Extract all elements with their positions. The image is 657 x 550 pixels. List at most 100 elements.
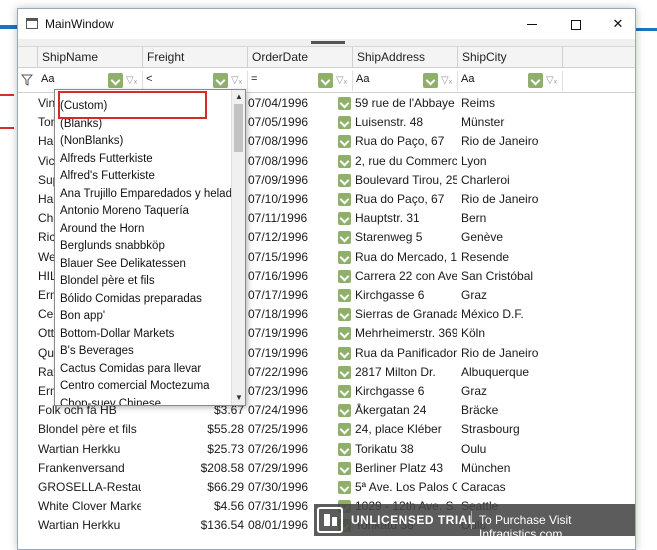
shipaddress-cell[interactable]: 2, rue du Commerce	[355, 152, 457, 171]
orderdate-cell[interactable]: 07/10/1996	[248, 190, 333, 209]
shipaddress-cell[interactable]: Mehrheimerstr. 369	[355, 324, 457, 343]
shipcity-cell[interactable]: Rio de Janeiro	[461, 190, 561, 209]
shipname-cell[interactable]: White Clover Markets	[38, 497, 141, 516]
checkmark-icon[interactable]	[338, 404, 351, 418]
group-by-area[interactable]	[18, 39, 635, 47]
shipcity-filter-operator[interactable]: Aa	[461, 73, 474, 85]
orderdate-filter-cell[interactable]: = ▽ₓ	[248, 71, 353, 91]
orderdate-cell[interactable]: 07/19/1996	[248, 324, 333, 343]
orderdate-cell[interactable]: 07/05/1996	[248, 113, 333, 132]
freight-filter-operator[interactable]: <	[146, 73, 152, 85]
shipcity-cell[interactable]: Genève	[461, 228, 561, 247]
shipaddress-cell[interactable]: Rua da Panificadora, 1	[355, 344, 457, 363]
checkmark-icon[interactable]	[338, 97, 351, 110]
dropdown-item[interactable]: Chop-suey Chinese	[60, 396, 161, 406]
checkmark-icon[interactable]	[338, 154, 351, 168]
shipname-cell[interactable]: GROSELLA-Restaurant	[38, 478, 141, 497]
shipcity-cell[interactable]: Resende	[461, 248, 561, 267]
shipcity-cell[interactable]: Reims	[461, 94, 561, 113]
checkmark-icon[interactable]	[338, 289, 351, 302]
orderdate-cell[interactable]: 07/19/1996	[248, 344, 333, 363]
freight-cell[interactable]: $4.56	[143, 497, 244, 516]
shipaddress-cell[interactable]: Hauptstr. 31	[355, 209, 457, 228]
dropdown-item[interactable]: Alfreds Futterkiste	[60, 151, 153, 169]
checkmark-icon[interactable]	[338, 173, 351, 187]
table-row[interactable]: Frankenversand $208.58 07/29/1996 Berliner …	[18, 459, 635, 478]
orderdate-cell[interactable]: 07/15/1996	[248, 248, 333, 267]
shipcity-cell[interactable]: Oulu	[461, 440, 561, 459]
shipaddress-cell[interactable]: Rua do Paço, 67	[355, 190, 457, 209]
orderdate-cell[interactable]: 07/12/1996	[248, 228, 333, 247]
freight-filter-dropdown-button[interactable]	[213, 73, 228, 88]
orderdate-cell[interactable]: 07/08/1996	[248, 152, 333, 171]
shipcity-cell[interactable]: Graz	[461, 382, 561, 401]
checkmark-icon[interactable]	[338, 212, 351, 226]
column-header-freight[interactable]: Freight	[143, 47, 248, 68]
column-header-shipname[interactable]: ShipName	[38, 47, 143, 68]
orderdate-cell[interactable]: 07/09/1996	[248, 171, 333, 190]
checkmark-icon[interactable]	[338, 231, 351, 245]
orderdate-cell[interactable]: 07/08/1996	[248, 132, 333, 151]
shipaddress-cell[interactable]: Rua do Mercado, 12	[355, 248, 457, 267]
scrollbar-thumb[interactable]	[234, 104, 243, 152]
freight-filter-cell[interactable]: < ▽ₓ	[143, 71, 248, 91]
shipcity-cell[interactable]: San Cristóbal	[461, 267, 561, 286]
shipaddress-cell[interactable]: Boulevard Tirou, 255	[355, 171, 457, 190]
shipcity-cell[interactable]: Rio de Janeiro	[461, 132, 561, 151]
shipcity-cell[interactable]: Lyon	[461, 152, 561, 171]
dropdown-item[interactable]: Cactus Comidas para llevar	[60, 361, 201, 379]
dropdown-item[interactable]: (NonBlanks)	[60, 133, 123, 151]
dropdown-item[interactable]: Around the Horn	[60, 221, 144, 239]
shipcity-cell[interactable]: México D.F.	[461, 305, 561, 324]
column-header-orderdate[interactable]: OrderDate	[248, 47, 353, 68]
orderdate-cell[interactable]: 07/26/1996	[248, 440, 333, 459]
clear-filter-icon[interactable]: ▽ₓ	[231, 74, 244, 87]
clear-filter-icon[interactable]: ▽ₓ	[126, 74, 139, 87]
shipcity-cell[interactable]: München	[461, 459, 561, 478]
dropdown-item[interactable]: Antonio Moreno Taquería	[60, 203, 189, 221]
dropdown-scrollbar[interactable]: ▲ ▼	[231, 90, 245, 405]
shipaddress-filter-operator[interactable]: Aa	[356, 73, 369, 85]
shipaddress-cell[interactable]: Torikatu 38	[355, 440, 457, 459]
shipaddress-cell[interactable]: 59 rue de l'Abbaye	[355, 94, 457, 113]
shipcity-cell[interactable]: Strasbourg	[461, 420, 561, 439]
drag-handle-icon[interactable]	[311, 41, 345, 44]
shipcity-filter-cell[interactable]: Aa ▽ₓ	[458, 71, 563, 91]
orderdate-filter-dropdown-button[interactable]	[318, 73, 333, 88]
orderdate-cell[interactable]: 07/29/1996	[248, 459, 333, 478]
orderdate-cell[interactable]: 07/23/1996	[248, 382, 333, 401]
shipaddress-cell[interactable]: Rua do Paço, 67	[355, 132, 457, 151]
shipcity-cell[interactable]: Münster	[461, 113, 561, 132]
shipaddress-filter-cell[interactable]: Aa ▽ₓ	[353, 71, 458, 91]
shipaddress-cell[interactable]: 2817 Milton Dr.	[355, 363, 457, 382]
checkmark-icon[interactable]	[338, 116, 351, 130]
orderdate-cell[interactable]: 07/25/1996	[248, 420, 333, 439]
orderdate-cell[interactable]: 07/11/1996	[248, 209, 333, 228]
shipname-filter-cell[interactable]: Aa ▽ₓ	[38, 71, 143, 91]
shipcity-cell[interactable]: Köln	[461, 324, 561, 343]
dropdown-item[interactable]: Alfred's Futterkiste	[60, 168, 155, 186]
dropdown-item[interactable]: Bólido Comidas preparadas	[60, 291, 202, 309]
freight-cell[interactable]: $25.73	[143, 440, 244, 459]
orderdate-cell[interactable]: 07/16/1996	[248, 267, 333, 286]
scroll-up-icon[interactable]: ▲	[234, 92, 244, 102]
shipname-cell[interactable]: Wartian Herkku	[38, 440, 141, 459]
watermark-purchase-link[interactable]: To Purchase Visit Infragistics.com	[479, 513, 635, 541]
orderdate-cell[interactable]: 07/18/1996	[248, 305, 333, 324]
column-header-shipcity[interactable]: ShipCity	[458, 47, 563, 68]
shipname-cell[interactable]: Blondel père et fils	[38, 420, 141, 439]
column-header-shipaddress[interactable]: ShipAddress	[353, 47, 458, 68]
shipcity-cell[interactable]: Caracas	[461, 478, 561, 497]
shipaddress-cell[interactable]: Kirchgasse 6	[355, 286, 457, 305]
freight-cell[interactable]: $55.28	[143, 420, 244, 439]
dropdown-item[interactable]: Berglunds snabbköp	[60, 238, 165, 256]
shipaddress-cell[interactable]: Luisenstr. 48	[355, 113, 457, 132]
freight-cell[interactable]: $66.29	[143, 478, 244, 497]
minimize-button[interactable]	[512, 9, 552, 39]
shipaddress-cell[interactable]: Carrera 22 con Ave. C	[355, 267, 457, 286]
shipaddress-filter-dropdown-button[interactable]	[423, 73, 438, 88]
clear-filter-icon[interactable]: ▽ₓ	[546, 74, 559, 87]
close-button[interactable]: ✕	[598, 9, 635, 39]
table-row[interactable]: GROSELLA-Restaurant$66.2907/30/1996 5ª Av…	[18, 478, 635, 497]
shipaddress-cell[interactable]: Berliner Platz 43	[355, 459, 457, 478]
